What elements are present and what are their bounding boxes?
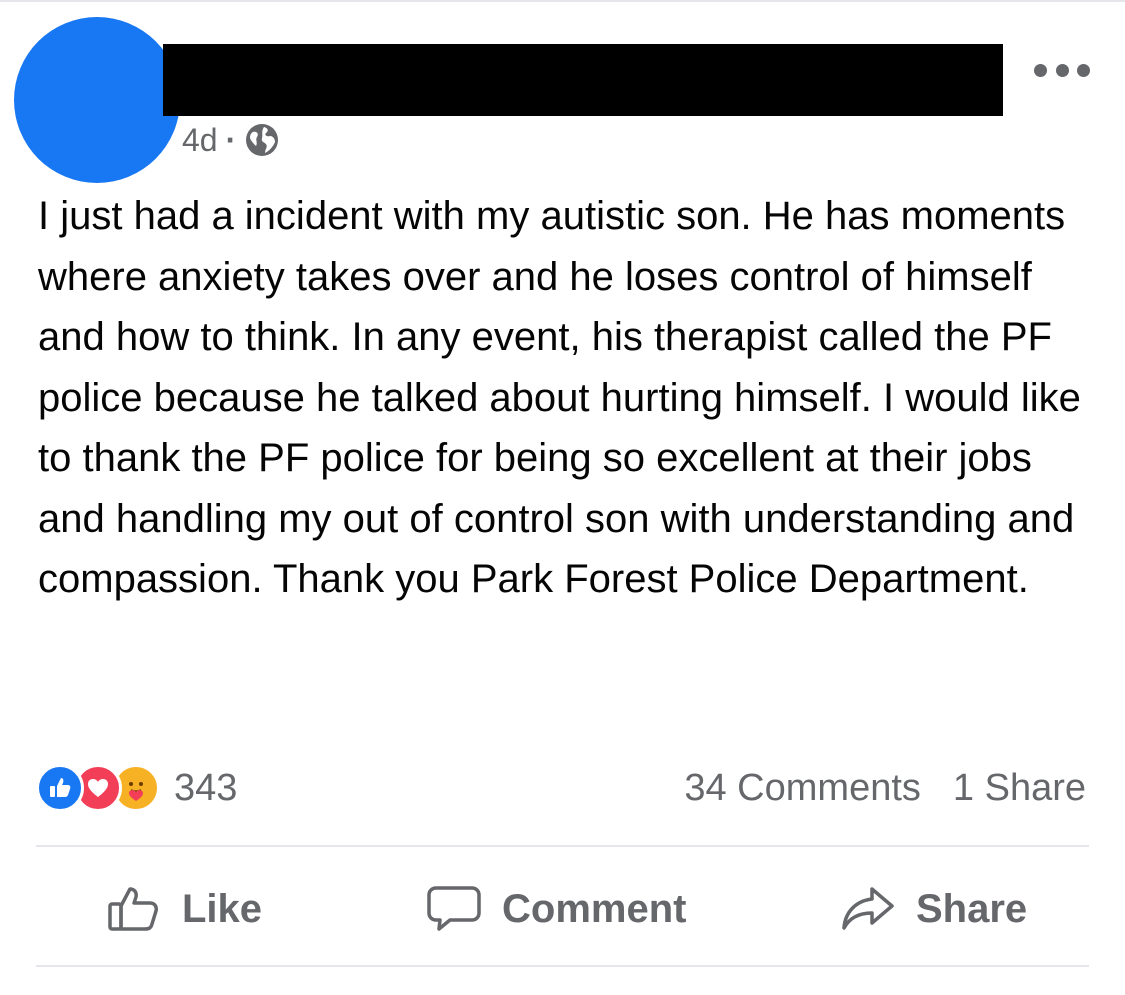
avatar[interactable] [14,17,180,183]
comment-bubble-icon [426,884,502,934]
share-button[interactable]: Share [840,876,1027,942]
post-meta: 4d · [182,118,280,162]
more-dot-icon [1055,63,1069,77]
stats-divider [36,845,1089,847]
thumbs-up-icon [106,884,182,934]
author-name-redacted [163,44,1003,116]
like-button-label: Like [182,886,263,931]
post-body-text: I just had a incident with my autistic s… [38,194,1081,601]
share-arrow-icon [840,884,916,934]
like-reaction-icon [36,764,84,812]
globe-icon[interactable] [244,122,280,158]
post-timestamp[interactable]: 4d [182,122,218,159]
top-divider [0,0,1125,2]
shares-count[interactable]: 1 Share [953,767,1086,810]
reaction-count[interactable]: 343 [174,767,237,810]
comment-button-label: Comment [502,886,687,931]
post-action-bar: Like Comment Share [36,876,1089,942]
more-dot-icon [1077,63,1090,77]
reactions-summary[interactable]: 343 [36,762,237,814]
share-button-label: Share [916,886,1028,931]
actions-divider [36,965,1089,967]
comments-count[interactable]: 34 Comments [684,767,921,810]
more-dot-icon [1034,63,1047,77]
like-button[interactable]: Like [106,876,262,942]
comment-button[interactable]: Comment [426,876,686,942]
more-options-button[interactable] [1030,55,1094,85]
meta-separator: · [225,121,237,158]
engagement-stats: 34 Comments 1 Share [684,762,1086,814]
